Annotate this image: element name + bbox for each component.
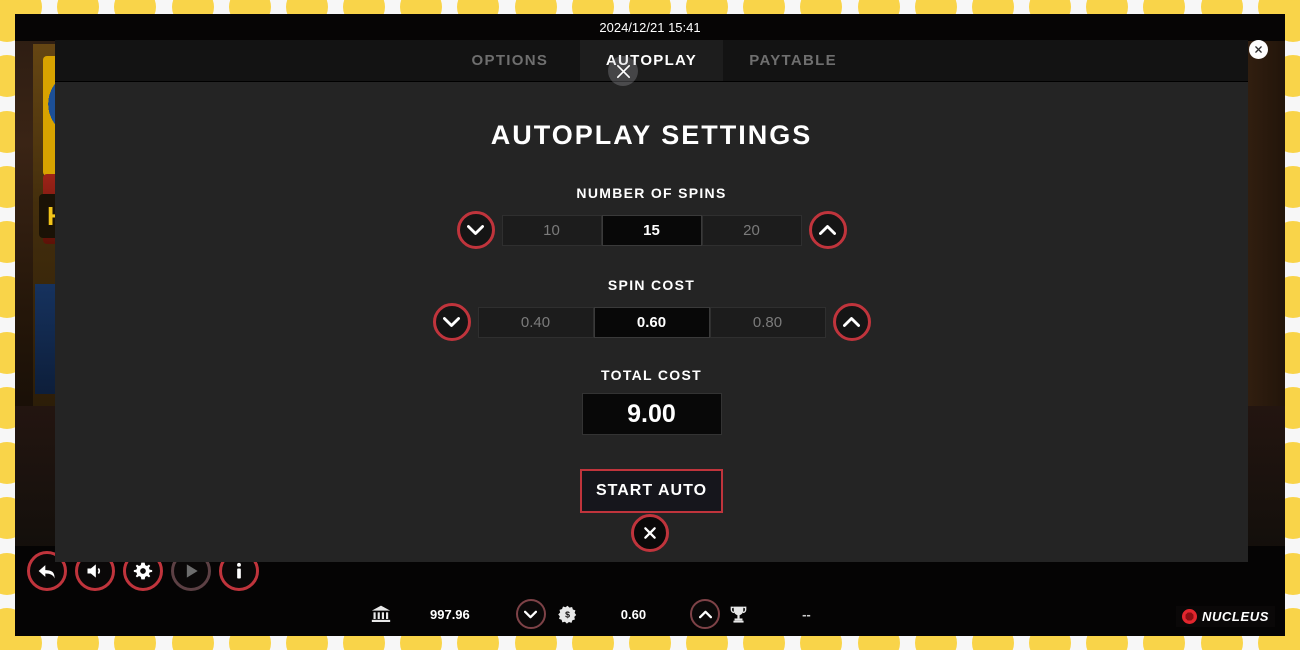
brand-logo: NUCLEUS bbox=[1175, 606, 1275, 627]
number-of-spins-label: NUMBER OF SPINS bbox=[576, 185, 727, 201]
tab-options-label: OPTIONS bbox=[471, 52, 549, 69]
status-bar: 997.96 $ 0.60 -- NUCLEUS bbox=[15, 592, 1285, 636]
app-root: H DEMO FREE SLOT 2024/12/21 15:41 OPTION… bbox=[0, 0, 1300, 650]
bet-decrement-button[interactable] bbox=[515, 599, 546, 629]
autoplay-modal: OPTIONS AUTOPLAY PAYTABLE AUTOPLAY SETTI… bbox=[55, 40, 1248, 562]
spin-cost-value-list: 0.40 0.60 0.80 bbox=[477, 306, 826, 338]
start-auto-label: START AUTO bbox=[595, 482, 708, 499]
bet-increment-button[interactable] bbox=[690, 599, 721, 629]
win-icon-wrap bbox=[729, 605, 748, 624]
spins-option-high[interactable]: 20 bbox=[701, 214, 802, 246]
spin-cost-decrement-button[interactable] bbox=[432, 303, 471, 341]
spins-option-selected[interactable]: 15 bbox=[601, 214, 702, 246]
bank-icon bbox=[371, 605, 391, 622]
spin-cost-option-high[interactable]: 0.80 bbox=[709, 306, 826, 338]
start-auto-button[interactable]: START AUTO bbox=[580, 469, 723, 513]
page-title: AUTOPLAY SETTINGS bbox=[490, 120, 813, 150]
timestamp: 2024/12/21 15:41 bbox=[599, 20, 701, 35]
coin-icon: $ bbox=[558, 605, 576, 624]
modal-body: AUTOPLAY SETTINGS NUMBER OF SPINS 10 15 … bbox=[55, 82, 1248, 562]
bet-value: 0.60 bbox=[620, 606, 647, 622]
chevron-down-icon bbox=[467, 225, 484, 235]
total-cost-value: 9.00 bbox=[581, 393, 722, 435]
tab-paytable-label: PAYTABLE bbox=[749, 52, 837, 69]
spins-increment-button[interactable] bbox=[808, 211, 847, 249]
gear-icon bbox=[133, 562, 153, 580]
spin-cost-stepper: 0.40 0.60 0.80 bbox=[432, 303, 871, 341]
trophy-icon bbox=[730, 606, 747, 623]
spins-decrement-button[interactable] bbox=[456, 211, 495, 249]
tab-autoplay-label: AUTOPLAY bbox=[605, 52, 698, 69]
balance-value: 997.96 bbox=[430, 606, 470, 622]
window-close-button[interactable] bbox=[1249, 40, 1268, 59]
brand-name: NUCLEUS bbox=[1201, 609, 1269, 624]
tab-autoplay[interactable]: AUTOPLAY bbox=[579, 40, 724, 81]
chevron-up-icon bbox=[819, 225, 836, 235]
chevron-up-icon bbox=[843, 317, 860, 327]
speaker-icon bbox=[87, 564, 100, 578]
tab-paytable[interactable]: PAYTABLE bbox=[723, 40, 863, 81]
bet-icon-wrap: $ bbox=[558, 605, 577, 624]
spins-option-low[interactable]: 10 bbox=[501, 214, 602, 246]
win-value: -- bbox=[802, 606, 811, 622]
spin-cost-option-low[interactable]: 0.40 bbox=[477, 306, 594, 338]
info-icon bbox=[237, 562, 241, 579]
spins-value-list: 10 15 20 bbox=[501, 214, 802, 246]
play-icon bbox=[186, 564, 198, 578]
game-canvas: H DEMO FREE SLOT 2024/12/21 15:41 OPTION… bbox=[15, 14, 1285, 636]
chevron-down-icon bbox=[443, 317, 460, 327]
spin-cost-option-selected[interactable]: 0.60 bbox=[593, 306, 710, 338]
status-bar-items: 997.96 $ 0.60 -- bbox=[370, 599, 811, 629]
spin-cost-increment-button[interactable] bbox=[832, 303, 871, 341]
tab-options[interactable]: OPTIONS bbox=[440, 40, 580, 81]
back-arrow-icon bbox=[38, 565, 55, 579]
chevron-up-icon bbox=[698, 610, 712, 618]
number-of-spins-stepper: 10 15 20 bbox=[456, 211, 847, 249]
chevron-down-icon bbox=[524, 610, 538, 618]
modal-close-button[interactable] bbox=[631, 514, 669, 552]
svg-text:$: $ bbox=[565, 609, 570, 619]
total-cost-label: TOTAL COST bbox=[601, 367, 702, 383]
balance-icon-wrap bbox=[370, 604, 392, 624]
spin-cost-label: SPIN COST bbox=[607, 277, 696, 293]
nucleus-logo-icon bbox=[1181, 609, 1197, 624]
top-timestamp-bar: 2024/12/21 15:41 bbox=[15, 14, 1285, 41]
close-icon bbox=[644, 527, 656, 539]
close-icon bbox=[1255, 46, 1262, 53]
modal-tab-bar: OPTIONS AUTOPLAY PAYTABLE bbox=[55, 40, 1248, 82]
